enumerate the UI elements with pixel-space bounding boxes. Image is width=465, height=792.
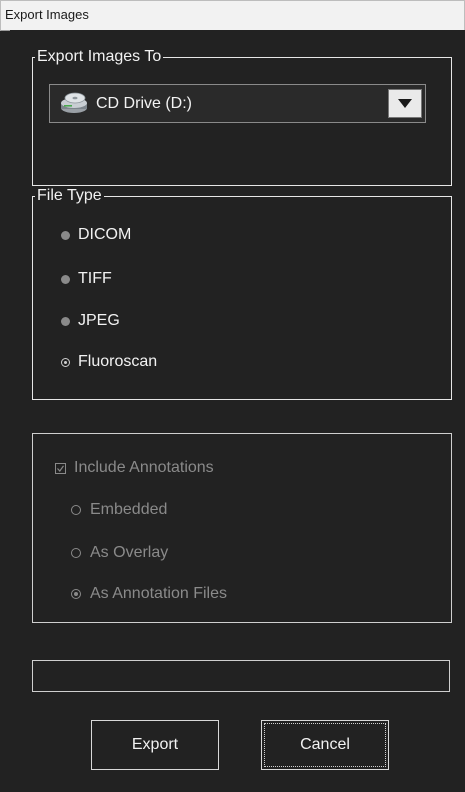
dialog-body: Export Images To CD Drive (D:) File Type… — [10, 30, 465, 792]
radio-embedded[interactable]: Embedded — [71, 501, 167, 519]
radio-dicom[interactable]: DICOM — [61, 226, 131, 244]
radio-fluoroscan-label: Fluoroscan — [78, 353, 158, 370]
radio-dicom-label: DICOM — [78, 226, 132, 243]
radio-tiff[interactable]: TIFF — [61, 270, 112, 288]
cd-drive-icon — [61, 92, 87, 113]
annotations-group: Include Annotations Embedded As Overlay … — [32, 433, 452, 623]
radio-as-overlay-label: As Overlay — [90, 544, 169, 561]
radio-tiff-dot — [61, 274, 70, 284]
include-annotations-label: Include Annotations — [74, 459, 214, 476]
checkmark-icon — [57, 464, 64, 472]
radio-jpeg[interactable]: JPEG — [61, 312, 120, 330]
chevron-down-icon — [398, 99, 412, 108]
file-type-group: File Type DICOM TIFF JPEG Fluoroscan — [32, 186, 452, 400]
checkbox-box — [55, 462, 66, 474]
include-annotations-checkbox[interactable]: Include Annotations — [55, 459, 214, 477]
radio-fluoroscan-dot — [61, 357, 70, 367]
export-images-dialog: Export Images Export Images To CD Drive … — [0, 0, 465, 792]
radio-as-overlay[interactable]: As Overlay — [71, 544, 168, 562]
radio-annotation-files-label: As Annotation Files — [90, 585, 227, 602]
radio-jpeg-label: JPEG — [78, 312, 120, 329]
radio-embedded-label: Embedded — [90, 501, 168, 518]
file-type-legend: File Type — [35, 186, 104, 206]
status-field — [32, 660, 450, 692]
radio-fluoroscan[interactable]: Fluoroscan — [61, 353, 157, 371]
radio-jpeg-dot — [61, 316, 70, 326]
dropdown-button[interactable] — [388, 89, 422, 118]
title-bar: Export Images — [0, 0, 465, 31]
selected-drive-label: CD Drive (D:) — [96, 95, 192, 112]
radio-as-overlay-dot — [71, 548, 81, 558]
export-to-legend: Export Images To — [35, 47, 164, 67]
radio-annotation-files-dot — [71, 589, 81, 599]
export-button[interactable]: Export — [91, 720, 219, 770]
radio-annotation-files[interactable]: As Annotation Files — [71, 585, 227, 603]
export-to-group: Export Images To CD Drive (D:) — [32, 47, 452, 186]
cancel-button[interactable]: Cancel — [261, 720, 389, 770]
radio-tiff-label: TIFF — [78, 270, 112, 287]
window-title: Export Images — [5, 7, 89, 22]
drive-select[interactable]: CD Drive (D:) — [49, 84, 426, 123]
radio-embedded-dot — [71, 505, 81, 515]
radio-dicom-dot — [61, 230, 70, 240]
